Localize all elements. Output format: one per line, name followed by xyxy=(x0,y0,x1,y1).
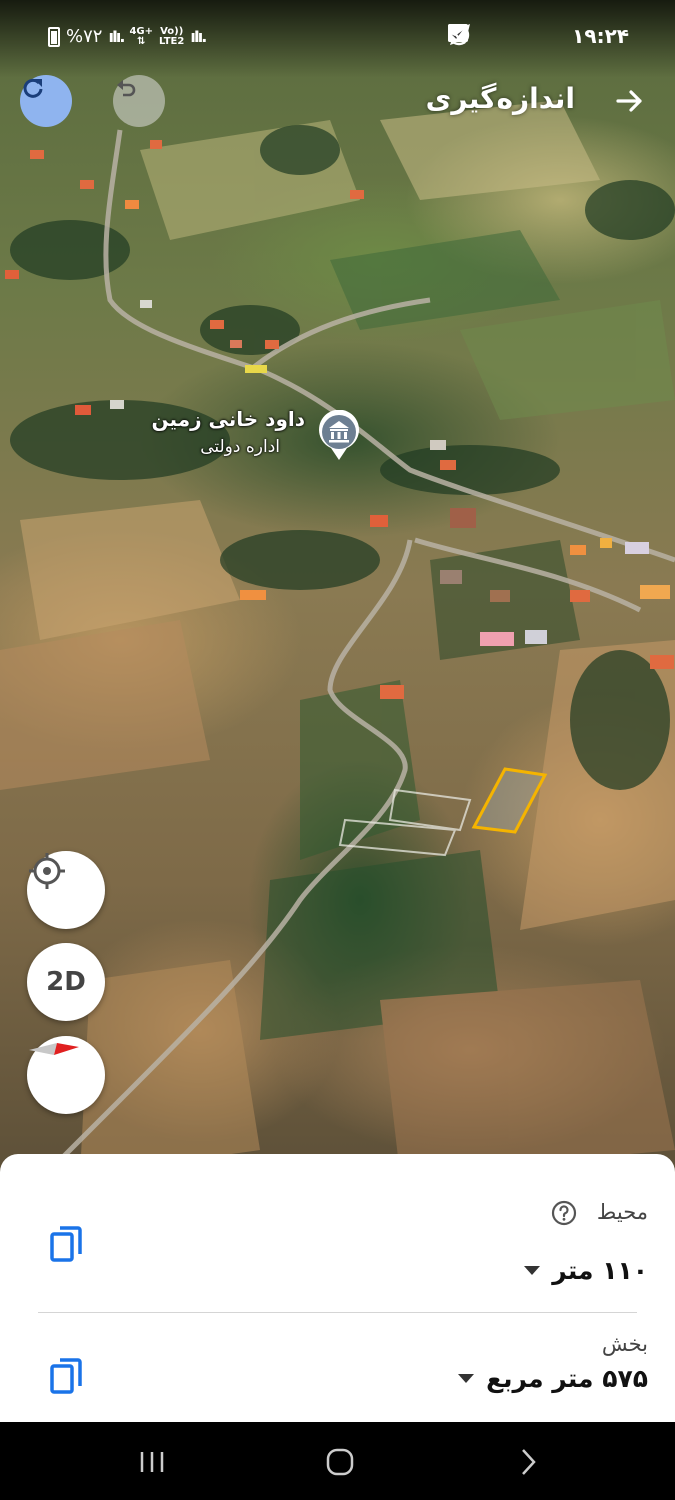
signal-icon: ıIı. xyxy=(108,27,125,46)
undo-button[interactable] xyxy=(113,75,165,127)
measured-area-polygon xyxy=(471,767,548,834)
view-mode-toggle[interactable]: 2D xyxy=(27,943,105,1021)
recents-button[interactable] xyxy=(134,1444,170,1480)
recents-icon xyxy=(140,1452,164,1472)
chevron-down-icon xyxy=(524,1266,541,1275)
copy-area-button[interactable] xyxy=(48,1356,84,1396)
status-bar: %۷۲ ıIı. 4G+ ⇅ Vo)) LTE2 ıIı. ۱۹:۲۴ xyxy=(0,0,675,78)
copy-perimeter-button[interactable] xyxy=(48,1224,84,1264)
my-location-button[interactable] xyxy=(27,851,105,929)
check-icon xyxy=(448,24,500,47)
my-location-icon xyxy=(29,853,65,889)
redo-button[interactable] xyxy=(20,75,72,127)
volte-indicator: Vo)) LTE2 xyxy=(159,25,185,47)
satellite-map[interactable]: %۷۲ ıIı. 4G+ ⇅ Vo)) LTE2 ıIı. ۱۹:۲۴ اندا… xyxy=(0,0,675,1175)
home-icon xyxy=(326,1448,354,1476)
battery-icon xyxy=(48,26,60,47)
system-navigation-bar xyxy=(0,1422,675,1500)
back-nav-button[interactable] xyxy=(510,1444,546,1480)
page-title: اندازه‌گیری xyxy=(425,82,575,115)
area-value-dropdown[interactable]: ۵۷۵ متر مربع xyxy=(458,1364,648,1393)
compass-button[interactable] xyxy=(27,1036,105,1114)
place-name[interactable]: داود خانی زمین xyxy=(150,407,305,431)
network-type: 4G+ ⇅ xyxy=(129,25,153,47)
perimeter-value-dropdown[interactable]: ۱۱۰ متر xyxy=(524,1256,648,1285)
status-left: %۷۲ ıIı. 4G+ ⇅ Vo)) LTE2 ıIı. xyxy=(48,25,207,47)
help-icon[interactable] xyxy=(551,1200,577,1226)
battery-level: %۷۲ xyxy=(66,26,103,47)
chevron-down-icon xyxy=(458,1374,475,1383)
area-value: ۵۷۵ متر مربع xyxy=(486,1364,648,1393)
chevron-right-icon xyxy=(522,1449,536,1475)
view-mode-label: 2D xyxy=(46,967,86,997)
redo-icon xyxy=(23,78,43,98)
perimeter-value: ۱۱۰ متر xyxy=(552,1256,648,1285)
signal-icon-2: ıIı. xyxy=(190,27,207,46)
copy-icon xyxy=(50,1226,82,1262)
area-label: بخش xyxy=(601,1332,648,1356)
status-right: ۱۹:۲۴ xyxy=(448,24,629,48)
back-button[interactable] xyxy=(615,86,645,116)
divider xyxy=(38,1312,637,1313)
undo-icon xyxy=(117,80,136,97)
perimeter-label: محیط xyxy=(596,1200,648,1224)
place-marker[interactable] xyxy=(317,410,361,462)
government-building-icon xyxy=(319,410,359,460)
place-category: اداره دولتی xyxy=(200,437,280,457)
home-button[interactable] xyxy=(322,1444,358,1480)
compass-icon xyxy=(29,1043,79,1055)
clock: ۱۹:۲۴ xyxy=(572,24,629,48)
measurement-sheet: محیط ۱۱۰ متر بخش ۵۷۵ متر مربع xyxy=(0,1154,675,1422)
whatsapp-icon xyxy=(448,24,560,47)
arrow-right-icon xyxy=(616,90,642,112)
map-imagery xyxy=(0,100,675,1175)
copy-icon xyxy=(50,1358,82,1394)
telegram-icon xyxy=(448,24,530,47)
